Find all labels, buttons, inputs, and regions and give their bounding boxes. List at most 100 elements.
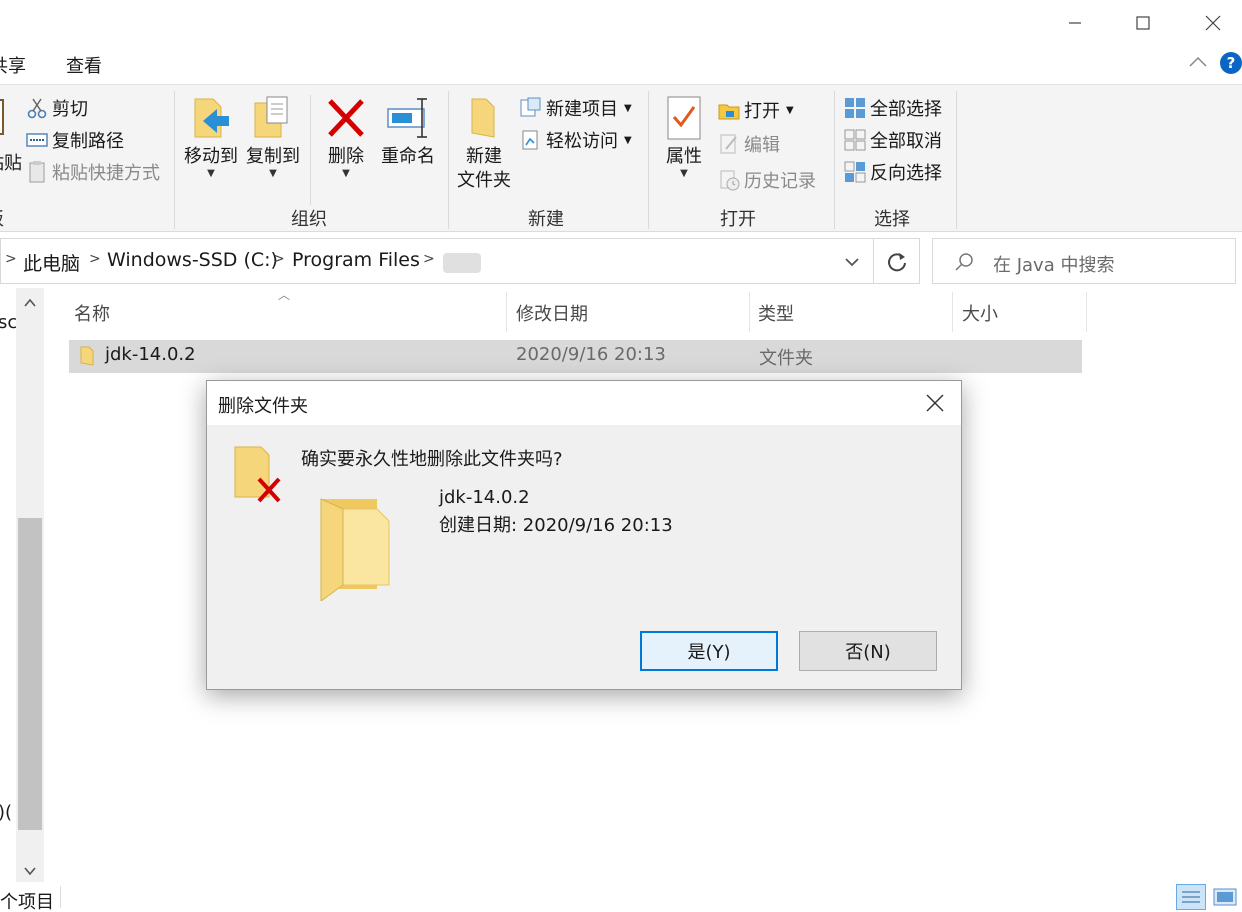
ribbon: 粘贴 剪切 复制路径 粘贴快捷方式 板 移动到 ▼ 复制到 ▼ bbox=[0, 84, 1242, 232]
dialog-item-name: jdk-14.0.2 bbox=[439, 487, 530, 508]
search-box[interactable]: 在 Java 中搜索 bbox=[932, 238, 1236, 284]
open-button[interactable]: 打开 ▼ bbox=[718, 97, 794, 123]
chevron-right-icon[interactable]: > bbox=[273, 251, 285, 267]
select-none-label: 全部取消 bbox=[870, 131, 942, 152]
maximize-icon bbox=[1136, 16, 1150, 30]
open-folder-icon bbox=[718, 99, 740, 121]
edit-label: 编辑 bbox=[744, 135, 780, 156]
details-view-icon[interactable] bbox=[1176, 884, 1206, 910]
help-icon[interactable]: ? bbox=[1220, 52, 1242, 74]
ribbon-separator bbox=[310, 95, 311, 205]
breadcrumb-program-files[interactable]: Program Files bbox=[292, 249, 420, 271]
move-to-label: 移动到 bbox=[184, 146, 238, 167]
dialog-item-created: 创建日期: 2020/9/16 20:13 bbox=[439, 515, 673, 536]
delete-folder-warning-icon bbox=[233, 445, 285, 510]
minimize-button[interactable] bbox=[1040, 0, 1110, 46]
refresh-icon[interactable] bbox=[885, 249, 909, 278]
cut-label: 剪切 bbox=[52, 99, 88, 120]
invert-selection-icon bbox=[844, 161, 866, 183]
rename-button[interactable]: 重命名 bbox=[378, 95, 438, 169]
invert-selection-button[interactable]: 反向选择 bbox=[844, 159, 942, 185]
nav-item-partial[interactable]: )( bbox=[0, 802, 12, 823]
address-dropdown-icon[interactable] bbox=[841, 249, 863, 278]
group-label-select: 选择 bbox=[874, 209, 910, 230]
close-icon bbox=[1205, 15, 1221, 31]
properties-icon bbox=[664, 95, 704, 141]
chevron-down-icon: ▼ bbox=[624, 102, 632, 114]
group-label-clipboard: 板 bbox=[0, 205, 4, 231]
dialog-title-bar: 删除文件夹 bbox=[207, 381, 961, 425]
chevron-down-icon: ▼ bbox=[624, 134, 632, 146]
chevron-right-icon: > bbox=[5, 251, 17, 267]
column-divider[interactable] bbox=[952, 292, 953, 332]
close-button[interactable] bbox=[1178, 0, 1242, 46]
no-button-label: 否(N) bbox=[845, 642, 891, 663]
folder-icon bbox=[79, 345, 97, 372]
collapse-ribbon-icon[interactable] bbox=[1188, 54, 1208, 75]
copy-path-button[interactable]: 复制路径 bbox=[26, 127, 124, 153]
scroll-down-icon[interactable] bbox=[22, 862, 38, 883]
paste-icon[interactable] bbox=[0, 99, 4, 135]
invert-selection-label: 反向选择 bbox=[870, 163, 942, 184]
file-date: 2020/9/16 20:13 bbox=[516, 344, 666, 365]
column-divider[interactable] bbox=[506, 292, 507, 332]
delete-button[interactable]: 删除 ▼ bbox=[318, 95, 374, 179]
history-button[interactable]: 历史记录 bbox=[718, 167, 816, 193]
address-bar[interactable]: > 此电脑 > Windows-SSD (C:) > Program Files… bbox=[0, 238, 920, 284]
easy-access-button[interactable]: 轻松访问 ▼ bbox=[520, 127, 632, 153]
select-all-icon bbox=[844, 97, 866, 119]
rename-label: 重命名 bbox=[381, 146, 435, 167]
scroll-up-icon[interactable] bbox=[22, 294, 38, 315]
history-label: 历史记录 bbox=[744, 171, 816, 192]
divider bbox=[60, 886, 61, 908]
breadcrumb-this-pc[interactable]: 此电脑 bbox=[23, 249, 80, 276]
dialog-close-icon[interactable] bbox=[923, 391, 947, 420]
file-row[interactable]: jdk-14.0.2 2020/9/16 20:13 文件夹 bbox=[69, 340, 1082, 373]
new-item-button[interactable]: 新建项目 ▼ bbox=[520, 95, 632, 121]
column-header-name[interactable]: 名称 bbox=[74, 300, 110, 326]
properties-label: 属性 bbox=[666, 146, 702, 167]
properties-button[interactable]: 属性 ▼ bbox=[656, 95, 712, 179]
breadcrumb-redacted[interactable] bbox=[443, 253, 481, 273]
column-header-type[interactable]: 类型 bbox=[758, 300, 794, 326]
copy-to-label: 复制到 bbox=[246, 146, 300, 167]
group-label-open: 打开 bbox=[720, 209, 756, 230]
column-header-date[interactable]: 修改日期 bbox=[516, 300, 588, 326]
nav-scrollbar[interactable] bbox=[16, 288, 44, 882]
yes-button-label: 是(Y) bbox=[687, 642, 731, 663]
no-button[interactable]: 否(N) bbox=[799, 631, 937, 671]
breadcrumb-drive[interactable]: Windows-SSD (C:) bbox=[107, 249, 278, 271]
copy-path-label: 复制路径 bbox=[52, 131, 124, 152]
select-all-button[interactable]: 全部选择 bbox=[844, 95, 942, 121]
ribbon-separator bbox=[834, 91, 835, 229]
group-label-organize: 组织 bbox=[291, 209, 327, 230]
cut-button[interactable]: 剪切 bbox=[26, 95, 88, 121]
sort-ascending-icon: ︿ bbox=[278, 288, 291, 302]
column-header-size[interactable]: 大小 bbox=[962, 300, 998, 326]
scroll-thumb[interactable] bbox=[18, 518, 42, 830]
minimize-icon bbox=[1069, 22, 1081, 24]
large-icons-view-icon[interactable] bbox=[1212, 886, 1238, 908]
tab-view[interactable]: 查看 bbox=[66, 52, 102, 78]
item-count: 个项目 bbox=[0, 892, 54, 912]
new-folder-label-line2: 文件夹 bbox=[457, 170, 511, 191]
paste-shortcut-label: 粘贴快捷方式 bbox=[52, 163, 160, 184]
copy-to-button[interactable]: 复制到 ▼ bbox=[242, 95, 304, 179]
tab-share[interactable]: 共享 bbox=[0, 52, 26, 78]
chevron-right-icon[interactable]: > bbox=[89, 251, 101, 267]
paste-button-label[interactable]: 粘贴 bbox=[0, 149, 22, 175]
copy-to-icon bbox=[251, 95, 295, 141]
chevron-right-icon[interactable]: > bbox=[423, 251, 435, 267]
nav-item-partial[interactable]: sc bbox=[0, 312, 17, 333]
rename-icon bbox=[386, 95, 430, 141]
yes-button[interactable]: 是(Y) bbox=[640, 631, 778, 671]
move-to-button[interactable]: 移动到 ▼ bbox=[180, 95, 242, 179]
maximize-button[interactable] bbox=[1108, 0, 1178, 46]
new-folder-button[interactable]: 新建 文件夹 bbox=[454, 95, 514, 193]
paste-shortcut-button[interactable]: 粘贴快捷方式 bbox=[26, 159, 160, 185]
column-divider[interactable] bbox=[749, 292, 750, 332]
chevron-down-icon: ▼ bbox=[342, 168, 350, 179]
edit-button[interactable]: 编辑 bbox=[718, 131, 780, 157]
column-divider[interactable] bbox=[1086, 292, 1087, 332]
select-none-button[interactable]: 全部取消 bbox=[844, 127, 942, 153]
